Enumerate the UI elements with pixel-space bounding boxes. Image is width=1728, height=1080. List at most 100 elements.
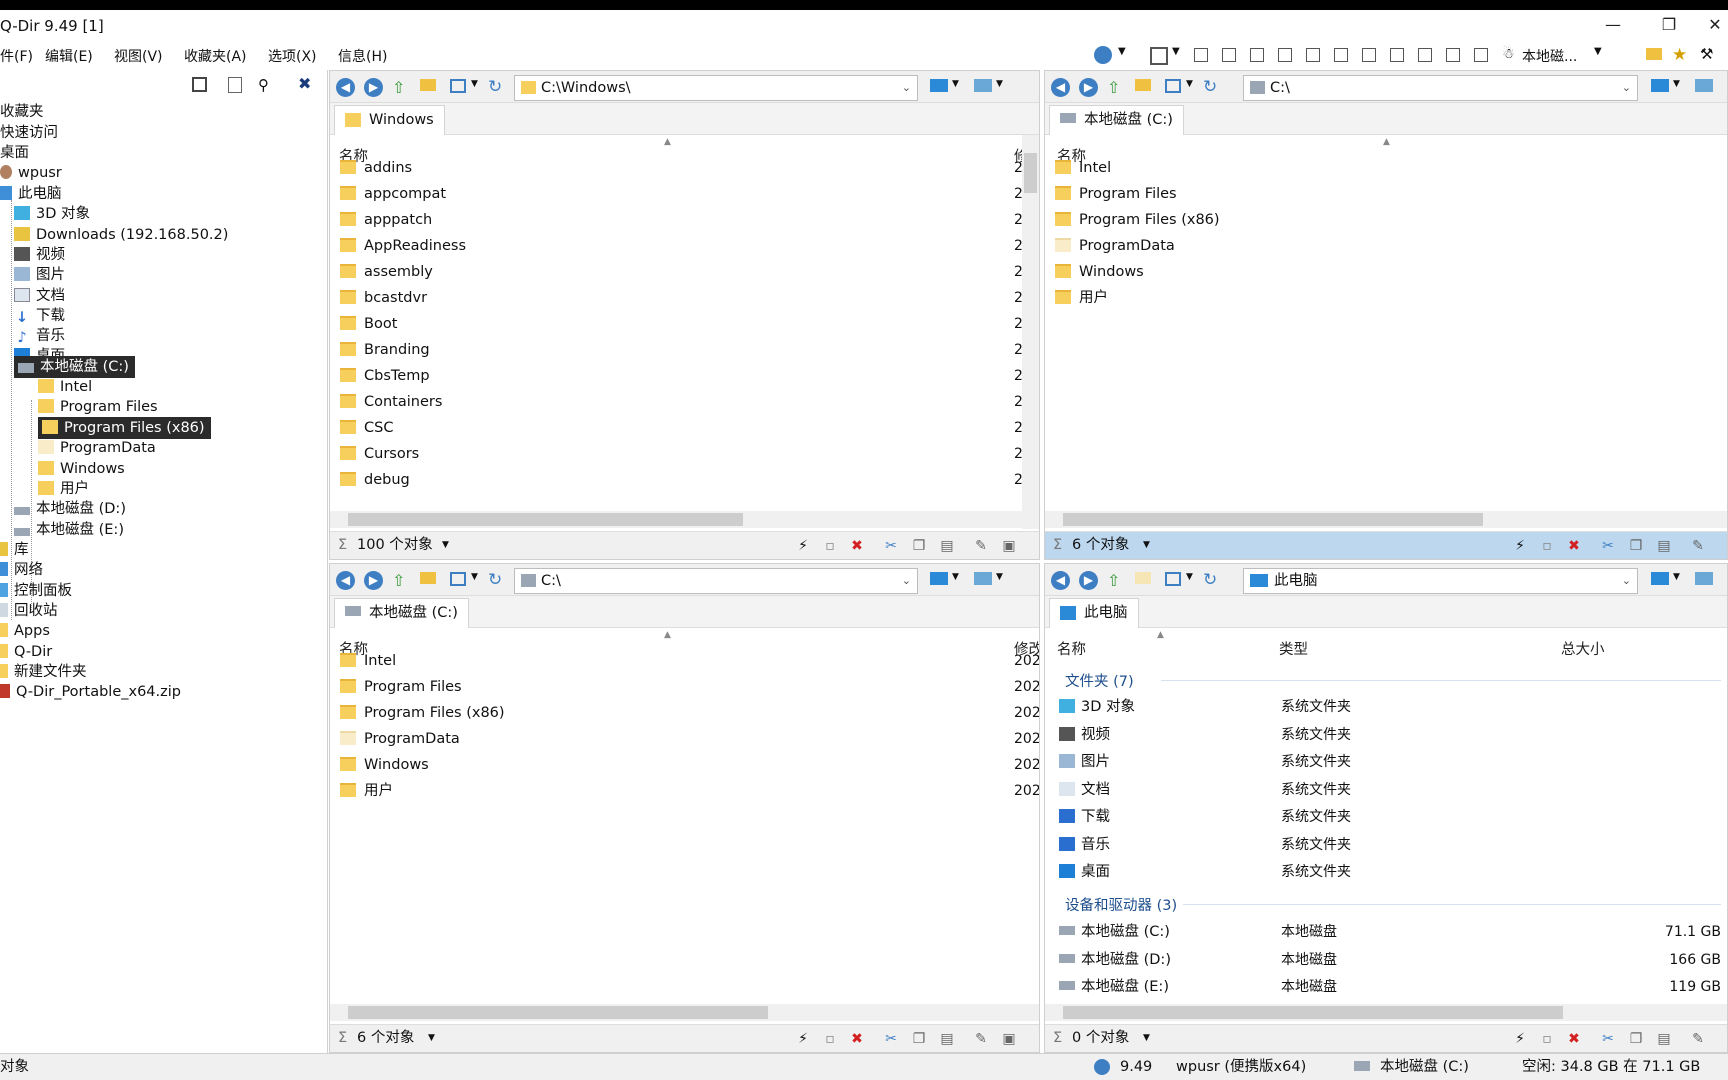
- rename-icon[interactable]: ▫: [1538, 537, 1556, 555]
- list-item[interactable]: 用户: [1055, 286, 1108, 310]
- list-item[interactable]: bcastdvr: [340, 286, 427, 310]
- delete-icon[interactable]: ✖: [1565, 1030, 1583, 1048]
- paste-icon[interactable]: ▤: [1655, 537, 1673, 555]
- group-header-drives[interactable]: 设备和驱动器 (3): [1065, 894, 1177, 915]
- list-item[interactable]: 用户: [340, 779, 393, 803]
- delete-icon[interactable]: ✖: [1565, 537, 1583, 555]
- chevron-down-icon[interactable]: ▼: [1186, 79, 1193, 89]
- star-icon[interactable]: ★: [1672, 45, 1690, 65]
- lightning-icon[interactable]: ⚡: [794, 537, 812, 555]
- rename-icon[interactable]: ▫: [821, 1030, 839, 1048]
- lightning-icon[interactable]: ⚡: [794, 1030, 812, 1048]
- drive-selector[interactable]: 本地磁...: [1522, 46, 1577, 66]
- display-icon[interactable]: [1695, 79, 1713, 92]
- list-item[interactable]: Branding: [340, 338, 430, 362]
- tree-item-program-files[interactable]: Program Files: [38, 396, 158, 418]
- list-item[interactable]: Cursors: [340, 442, 419, 466]
- export-icon[interactable]: [228, 77, 242, 93]
- tree-item-videos[interactable]: 视频: [14, 244, 65, 266]
- layout-3b-icon[interactable]: [1250, 48, 1264, 62]
- layout-2x2-icon[interactable]: [1194, 48, 1208, 62]
- close-icon[interactable]: ✖: [298, 74, 316, 93]
- column-header-type[interactable]: 类型: [1279, 638, 1308, 659]
- horizontal-scrollbar[interactable]: [1045, 511, 1727, 528]
- tree-item-intel[interactable]: Intel: [38, 376, 92, 398]
- copy-icon[interactable]: ❐: [910, 537, 928, 555]
- cut-icon[interactable]: ✂: [1599, 1030, 1617, 1048]
- layout-2v-icon[interactable]: [1334, 48, 1348, 62]
- grid-icon[interactable]: [192, 77, 207, 92]
- monitor-icon[interactable]: [930, 572, 948, 585]
- scrollbar-thumb[interactable]: [1063, 1006, 1563, 1019]
- tab-drive-c[interactable]: 本地磁盘 (C:): [1049, 105, 1184, 135]
- chevron-down-icon[interactable]: ▼: [952, 572, 959, 582]
- globe-icon[interactable]: [1094, 46, 1112, 64]
- horizontal-scrollbar[interactable]: [330, 511, 1039, 528]
- up-folder-icon[interactable]: ⇧: [392, 78, 410, 97]
- tree-item-drive-c[interactable]: 本地磁盘 (C:): [14, 356, 135, 378]
- display-icon[interactable]: [974, 572, 992, 585]
- chevron-down-icon[interactable]: ⌄: [902, 76, 911, 100]
- forward-button[interactable]: ▶: [364, 78, 383, 97]
- tab-this-pc[interactable]: 此电脑: [1049, 598, 1139, 628]
- list-item[interactable]: apppatch: [340, 208, 432, 232]
- display-icon[interactable]: [1695, 572, 1713, 585]
- list-item[interactable]: Intel: [340, 649, 396, 673]
- rename-icon[interactable]: ▫: [1538, 1030, 1556, 1048]
- scrollbar-thumb[interactable]: [1024, 153, 1037, 193]
- lightning-icon[interactable]: ⚡: [1511, 537, 1529, 555]
- select-all-icon[interactable]: ▣: [1000, 1030, 1018, 1048]
- properties-icon[interactable]: ✎: [972, 1030, 990, 1048]
- view-mode-icon[interactable]: [450, 572, 466, 586]
- layout-4b-icon[interactable]: [1390, 48, 1404, 62]
- paste-icon[interactable]: ▤: [938, 1030, 956, 1048]
- list-item[interactable]: CSC: [340, 416, 393, 440]
- layout-3-icon[interactable]: [1222, 48, 1236, 62]
- new-folder-icon[interactable]: [420, 572, 436, 584]
- tree-item-users[interactable]: 用户: [38, 478, 89, 500]
- scrollbar-thumb[interactable]: [348, 1006, 768, 1019]
- chevron-down-icon[interactable]: ▼: [428, 1025, 435, 1051]
- list-item[interactable]: AppReadiness: [340, 234, 466, 258]
- layout-1-icon[interactable]: [1446, 48, 1460, 62]
- tab-drive-c[interactable]: 本地磁盘 (C:): [334, 598, 469, 628]
- tree-item-favorites[interactable]: 收藏夹: [0, 101, 44, 123]
- rename-icon[interactable]: ▫: [821, 537, 839, 555]
- select-all-icon[interactable]: ▣: [1000, 537, 1018, 555]
- scrollbar-thumb[interactable]: [348, 513, 743, 526]
- back-button[interactable]: ◀: [336, 78, 355, 97]
- cut-icon[interactable]: ✂: [882, 1030, 900, 1048]
- delete-icon[interactable]: ✖: [848, 537, 866, 555]
- layout-icon[interactable]: [1150, 47, 1168, 65]
- tree-item-desktop-root[interactable]: 桌面: [0, 142, 29, 164]
- back-button[interactable]: ◀: [1051, 571, 1070, 590]
- address-bar[interactable]: C:\ ⌄: [514, 568, 918, 594]
- vertical-scrollbar[interactable]: [1022, 135, 1039, 529]
- tree-item-downloads-network[interactable]: Downloads (192.168.50.2): [14, 224, 228, 246]
- tree-item-control-panel[interactable]: 控制面板: [0, 580, 72, 602]
- menu-favorites[interactable]: 收藏夹(A): [184, 46, 247, 66]
- list-item[interactable]: 本地磁盘 (D:): [1059, 948, 1171, 972]
- user-tool-icon[interactable]: ☃: [1502, 46, 1520, 64]
- chevron-down-icon[interactable]: ▼: [1143, 532, 1150, 558]
- tree-item-wpusr[interactable]: wpusr: [0, 162, 62, 184]
- list-item[interactable]: 3D 对象: [1059, 695, 1135, 719]
- view-mode-icon[interactable]: [450, 79, 466, 93]
- lightning-icon[interactable]: ⚡: [1511, 1030, 1529, 1048]
- horizontal-scrollbar[interactable]: [1045, 1004, 1727, 1021]
- refresh-icon[interactable]: ↻: [488, 77, 506, 97]
- paste-icon[interactable]: ▤: [938, 537, 956, 555]
- tree-item-network[interactable]: 网络: [0, 559, 43, 581]
- tools-icon[interactable]: ⚒: [1700, 45, 1718, 63]
- list-item[interactable]: assembly: [340, 260, 433, 284]
- up-folder-icon[interactable]: ⇧: [1107, 78, 1125, 97]
- refresh-icon[interactable]: ↻: [1203, 570, 1221, 590]
- tree-item-recycle-bin[interactable]: 回收站: [0, 600, 58, 622]
- object-count[interactable]: 100 个对象: [357, 532, 433, 558]
- back-button[interactable]: ◀: [1051, 78, 1070, 97]
- forward-button[interactable]: ▶: [1079, 78, 1098, 97]
- tree-item-drive-d[interactable]: 本地磁盘 (D:): [14, 498, 126, 520]
- view-mode-icon[interactable]: [1165, 572, 1181, 586]
- new-folder-icon[interactable]: [1135, 572, 1151, 584]
- chevron-down-icon[interactable]: ▼: [1118, 46, 1126, 57]
